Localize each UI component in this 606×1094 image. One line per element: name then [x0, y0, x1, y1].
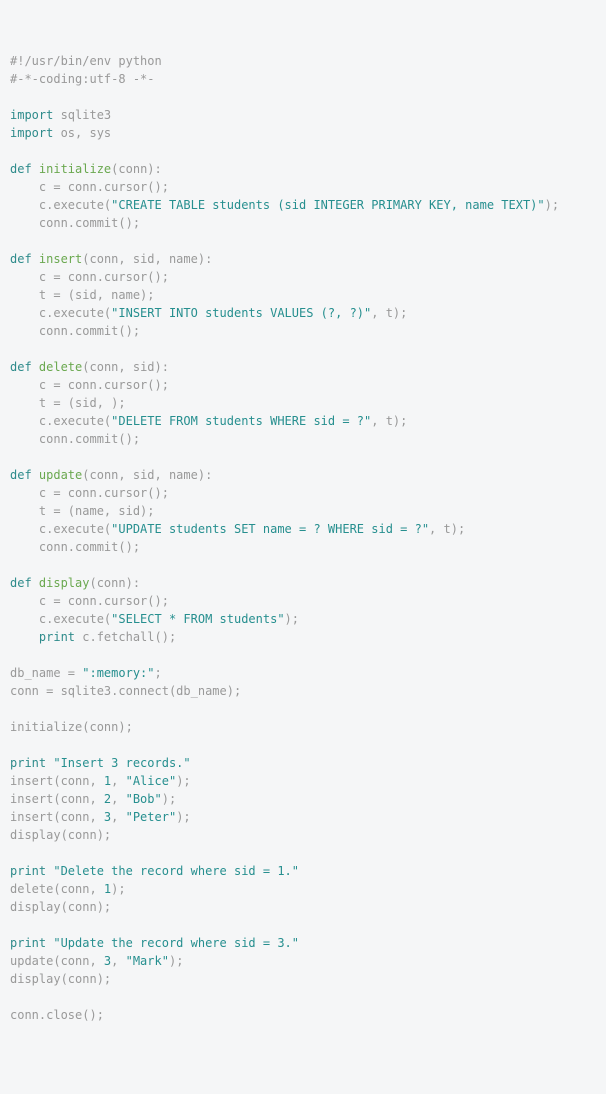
- str-memory: ":memory:": [82, 666, 154, 680]
- sql-update: "UPDATE students SET name = ? WHERE sid …: [111, 522, 429, 536]
- sql-insert: "INSERT INTO students VALUES (?, ?)": [111, 306, 371, 320]
- keyword-def: def: [10, 252, 32, 266]
- keyword-def: def: [10, 468, 32, 482]
- coding-decl: #-*-coding:utf-8 -*-: [10, 72, 155, 86]
- fn-insert: insert: [32, 252, 83, 266]
- keyword-import: import: [10, 108, 53, 122]
- fn-update: update: [32, 468, 83, 482]
- shebang: #!/usr/bin/env python: [10, 54, 162, 68]
- sql-delete: "DELETE FROM students WHERE sid = ?": [111, 414, 371, 428]
- keyword-print: print: [10, 936, 46, 950]
- sql-create: "CREATE TABLE students (sid INTEGER PRIM…: [111, 198, 544, 212]
- keyword-print: print: [10, 756, 46, 770]
- fn-display: display: [32, 576, 90, 590]
- keyword-def: def: [10, 360, 32, 374]
- fn-initialize: initialize: [32, 162, 111, 176]
- keyword-print: print: [39, 630, 75, 644]
- sql-select: "SELECT * FROM students": [111, 612, 284, 626]
- fn-delete: delete: [32, 360, 83, 374]
- keyword-import: import: [10, 126, 53, 140]
- keyword-def: def: [10, 162, 32, 176]
- str-delete-1: "Delete the record where sid = 1.": [46, 864, 299, 878]
- code-block: #!/usr/bin/env python #-*-coding:utf-8 -…: [10, 52, 596, 1024]
- keyword-print: print: [10, 864, 46, 878]
- str-update-3: "Update the record where sid = 3.": [46, 936, 299, 950]
- str-insert-3: "Insert 3 records.": [46, 756, 191, 770]
- keyword-def: def: [10, 576, 32, 590]
